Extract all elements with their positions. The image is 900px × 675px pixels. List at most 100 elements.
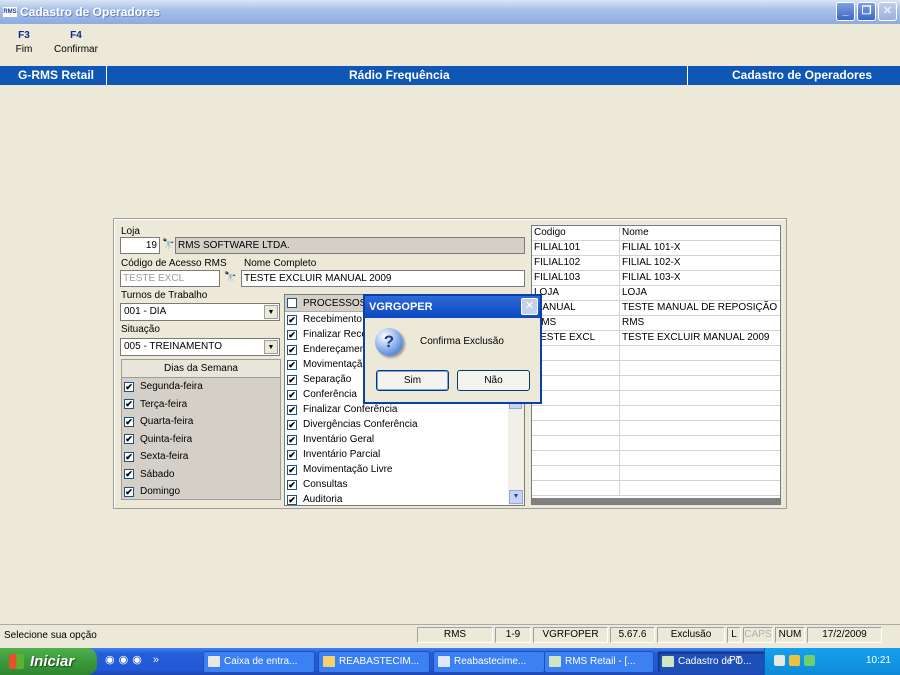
table-row[interactable]: FILIAL102 FILIAL 102-X bbox=[532, 256, 780, 271]
day-sexta[interactable]: ✔ Sexta-feira bbox=[122, 448, 280, 466]
checkbox[interactable]: ✔ bbox=[124, 416, 134, 427]
turnos-label: Turnos de Trabalho bbox=[121, 290, 208, 301]
checkbox[interactable]: ✔ bbox=[287, 494, 297, 505]
process-label: Movimentação Livre bbox=[303, 464, 393, 475]
table-row[interactable]: MANUAL TESTE MANUAL DE REPOSIÇÃO 200 bbox=[532, 301, 780, 316]
process-item[interactable]: ✔ Finalizar Conferência bbox=[285, 402, 524, 417]
binoculars-icon[interactable]: 🔭 bbox=[162, 239, 174, 250]
chevron-down-icon[interactable]: ▼ bbox=[264, 305, 278, 319]
day-quarta[interactable]: ✔ Quarta-feira bbox=[122, 413, 280, 431]
language-indicator[interactable]: PT bbox=[729, 655, 742, 666]
day-label: Domingo bbox=[140, 486, 181, 498]
process-label: Inventário Geral bbox=[303, 434, 375, 445]
process-item[interactable]: ✔ Inventário Geral bbox=[285, 432, 524, 447]
day-terca[interactable]: ✔ Terça-feira bbox=[122, 396, 280, 414]
status-l: L bbox=[727, 627, 741, 643]
tray-app-icon[interactable] bbox=[789, 655, 800, 666]
checkbox[interactable]: ✔ bbox=[287, 329, 297, 340]
situacao-select[interactable]: 005 - TREINAMENTO ▼ bbox=[120, 338, 280, 356]
table-row[interactable]: TESTE EXCL TESTE EXCLUIR MANUAL 2009 bbox=[532, 331, 780, 346]
checkbox[interactable]: ✔ bbox=[287, 479, 297, 490]
checkbox[interactable]: ✔ bbox=[287, 419, 297, 430]
header-screen: Cadastro de Operadores bbox=[732, 68, 873, 82]
minimize-button[interactable]: _ bbox=[836, 2, 855, 21]
codigo-acesso-input[interactable]: TESTE EXCL bbox=[120, 270, 220, 287]
empty-row bbox=[532, 466, 780, 481]
nome-completo-input[interactable]: TESTE EXCLUIR MANUAL 2009 bbox=[241, 270, 525, 287]
day-label: Quinta-feira bbox=[140, 433, 193, 445]
checkbox[interactable]: ✔ bbox=[287, 449, 297, 460]
status-version: 5.67.6 bbox=[610, 627, 655, 643]
checkbox[interactable]: ✔ bbox=[287, 314, 297, 325]
f3-fim-button[interactable]: F3 Fim bbox=[0, 30, 48, 64]
col-nome-header[interactable]: Nome bbox=[620, 226, 780, 240]
taskbar-item-folder[interactable]: REABASTECIM... bbox=[318, 651, 430, 673]
grid-horizontal-scrollbar[interactable] bbox=[532, 498, 780, 504]
process-item[interactable]: ✔ Consultas bbox=[285, 477, 524, 492]
taskbar-item-word[interactable]: Reabastecime... bbox=[433, 651, 545, 673]
checkbox[interactable]: ✔ bbox=[124, 451, 134, 462]
cell-codigo: FILIAL103 bbox=[532, 271, 620, 285]
taskbar: Iniciar ◉◉◉ » Caixa de entra... REABASTE… bbox=[0, 648, 900, 675]
table-row[interactable]: FILIAL103 FILIAL 103-X bbox=[532, 271, 780, 286]
sim-button[interactable]: Sim bbox=[376, 370, 449, 391]
checkbox[interactable]: ✔ bbox=[124, 486, 134, 497]
maximize-button[interactable]: ❐ bbox=[857, 2, 876, 21]
dialog-close-icon[interactable]: ✕ bbox=[521, 298, 538, 315]
checkbox[interactable]: ✔ bbox=[124, 469, 134, 480]
taskbar-item-inbox[interactable]: Caixa de entra... bbox=[203, 651, 315, 673]
checkbox[interactable]: ✔ bbox=[124, 434, 134, 445]
dialog-message: Confirma Exclusão bbox=[420, 336, 504, 347]
binoculars-icon[interactable]: 🔭 bbox=[224, 272, 236, 283]
table-row[interactable]: LOJA LOJA bbox=[532, 286, 780, 301]
taskbar-item-rms-retail[interactable]: RMS Retail - [... bbox=[544, 651, 654, 673]
process-item[interactable]: ✔ Divergências Conferência bbox=[285, 417, 524, 432]
folder-icon bbox=[323, 656, 335, 667]
col-codigo-header[interactable]: Codigo bbox=[532, 226, 620, 240]
chevron-down-icon[interactable]: ▼ bbox=[264, 340, 278, 354]
scroll-down-icon[interactable]: ▼ bbox=[509, 490, 523, 504]
checkbox[interactable]: ✔ bbox=[124, 399, 134, 410]
quick-launch-icons[interactable]: ◉◉◉ » bbox=[105, 653, 163, 666]
table-row[interactable]: FILIAL101 FILIAL 101-X bbox=[532, 241, 780, 256]
process-item[interactable]: ✔ Movimentação Livre bbox=[285, 462, 524, 477]
process-item[interactable]: ✔ Auditoria bbox=[285, 492, 524, 507]
checkbox[interactable]: ✔ bbox=[287, 389, 297, 400]
window-titlebar: RMS Cadastro de Operadores _ ❐ ✕ bbox=[0, 0, 900, 24]
turno-select[interactable]: 001 - DIA ▼ bbox=[120, 303, 280, 321]
day-sabado[interactable]: ✔ Sábado bbox=[122, 466, 280, 484]
nao-button[interactable]: Não bbox=[457, 370, 530, 391]
checkbox[interactable]: ✔ bbox=[287, 404, 297, 415]
day-domingo[interactable]: ✔ Domingo bbox=[122, 483, 280, 501]
checkbox[interactable] bbox=[287, 298, 297, 308]
taskbar-item-cadastro[interactable]: Cadastro de O... bbox=[657, 651, 767, 673]
start-button[interactable]: Iniciar bbox=[0, 648, 97, 675]
cell-codigo: FILIAL101 bbox=[532, 241, 620, 255]
close-button[interactable]: ✕ bbox=[878, 2, 897, 21]
network-icon[interactable] bbox=[774, 655, 785, 666]
module-header: G-RMS Retail Rádio Frequência Cadastro d… bbox=[0, 66, 900, 85]
checkbox[interactable]: ✔ bbox=[287, 434, 297, 445]
checkbox[interactable]: ✔ bbox=[287, 344, 297, 355]
dias-header: Dias da Semana bbox=[122, 360, 280, 378]
app-icon: RMS bbox=[3, 7, 17, 17]
f4-confirmar-button[interactable]: F4 Confirmar bbox=[48, 30, 104, 64]
day-segunda[interactable]: ✔ Segunda-feira bbox=[122, 378, 280, 396]
situacao-label: Situação bbox=[121, 324, 160, 335]
process-label: Endereçament bbox=[303, 344, 369, 355]
situacao-value: 005 - TREINAMENTO bbox=[124, 341, 222, 352]
table-row[interactable]: RMS RMS bbox=[532, 316, 780, 331]
day-quinta[interactable]: ✔ Quinta-feira bbox=[122, 431, 280, 449]
checkbox[interactable]: ✔ bbox=[287, 359, 297, 370]
process-item[interactable]: ✔ Inventário Parcial bbox=[285, 447, 524, 462]
checkbox[interactable]: ✔ bbox=[124, 381, 134, 392]
empty-row bbox=[532, 406, 780, 421]
checkbox[interactable]: ✔ bbox=[287, 374, 297, 385]
day-label: Sábado bbox=[140, 468, 175, 480]
status-system: RMS bbox=[417, 627, 493, 643]
rms-icon bbox=[662, 656, 674, 667]
tray-app-icon[interactable] bbox=[804, 655, 815, 666]
clock[interactable]: 10:21 bbox=[866, 655, 891, 666]
loja-code-input[interactable]: 19 bbox=[120, 237, 160, 254]
checkbox[interactable]: ✔ bbox=[287, 464, 297, 475]
